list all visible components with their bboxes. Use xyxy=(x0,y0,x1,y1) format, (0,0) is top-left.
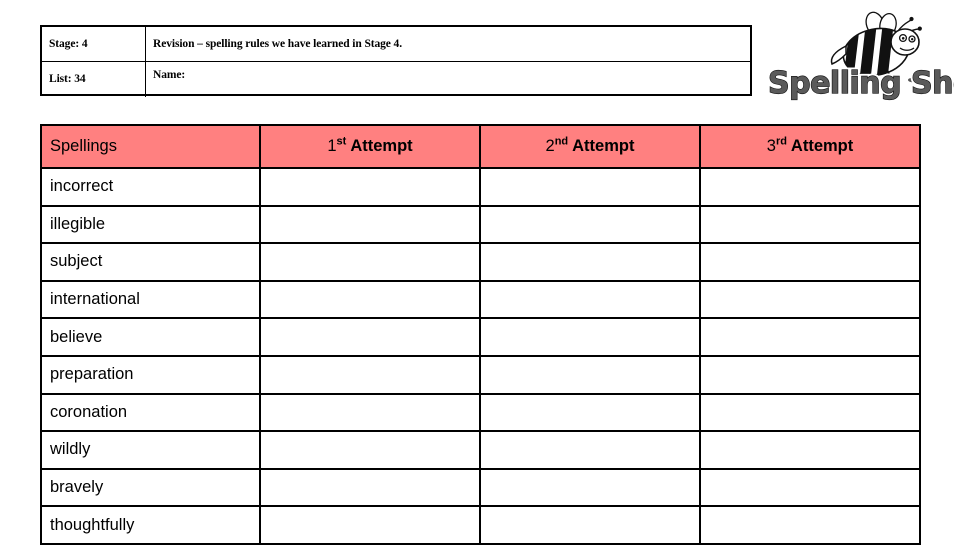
attempt-1-label: Attempt xyxy=(350,137,413,155)
attempt-3-cell[interactable] xyxy=(699,430,921,470)
table-row: preparation xyxy=(40,354,921,395)
attempt-2-number: 2 xyxy=(545,137,555,155)
attempt-3-cell[interactable] xyxy=(699,167,921,207)
spelling-word-cell: illegible xyxy=(40,204,261,245)
attempt-3-cell[interactable] xyxy=(699,354,921,395)
table-header-row: Spellings 1st Attempt 2nd Attempt 3rd At… xyxy=(40,124,921,169)
spelling-word-cell: incorrect xyxy=(40,167,261,207)
list-cell: List: 34 xyxy=(42,61,146,97)
stage-label: Stage: 4 xyxy=(49,37,88,50)
spelling-word-cell: thoughtfully xyxy=(40,505,261,545)
attempt-2-label: Attempt xyxy=(572,137,635,155)
attempt-1-cell[interactable] xyxy=(259,317,481,357)
column-header-attempt-3: 3rd Attempt xyxy=(699,124,921,169)
attempt-2-ordinal: nd xyxy=(554,135,569,148)
attempt-1-cell[interactable] xyxy=(259,392,481,433)
spelling-word-cell: international xyxy=(40,279,261,320)
attempt-1-number: 1 xyxy=(327,137,337,155)
table-row: incorrect xyxy=(40,167,921,207)
attempt-3-cell[interactable] xyxy=(699,467,921,508)
table-row: thoughtfully xyxy=(40,505,921,545)
attempt-1-cell[interactable] xyxy=(259,467,481,508)
name-label: Name: xyxy=(153,69,186,82)
attempt-2-cell[interactable] xyxy=(479,317,701,357)
table-row: illegible xyxy=(40,204,921,245)
spelling-word-cell: wildly xyxy=(40,430,261,470)
attempt-1-cell[interactable] xyxy=(259,505,481,545)
table-row: international xyxy=(40,279,921,320)
attempt-2-cell[interactable] xyxy=(479,354,701,395)
attempt-2-cell[interactable] xyxy=(479,430,701,470)
info-row-stage: Stage: 4 Revision – spelling rules we ha… xyxy=(42,27,750,62)
spelling-rows: incorrect illegible subject international be… xyxy=(40,167,921,545)
wordmark-text: Spelling Shed xyxy=(768,66,954,101)
attempt-2-cell[interactable] xyxy=(479,505,701,545)
worksheet-info-table: Stage: 4 Revision – spelling rules we ha… xyxy=(40,25,752,97)
attempt-3-cell[interactable] xyxy=(699,505,921,545)
attempt-1-cell[interactable] xyxy=(259,279,481,320)
attempt-2-cell[interactable] xyxy=(479,392,701,433)
attempt-2-cell[interactable] xyxy=(479,167,701,207)
table-row: subject xyxy=(40,242,921,282)
attempt-3-cell[interactable] xyxy=(699,317,921,357)
name-cell[interactable]: Name: xyxy=(145,61,750,97)
column-header-spellings: Spellings xyxy=(40,124,261,169)
spelling-word-cell: coronation xyxy=(40,392,261,433)
attempt-3-number: 3 xyxy=(766,137,776,155)
attempt-3-cell[interactable] xyxy=(699,392,921,433)
attempt-3-cell[interactable] xyxy=(699,204,921,245)
stage-cell: Stage: 4 xyxy=(42,27,146,62)
spelling-word-cell: bravely xyxy=(40,467,261,508)
spelling-shed-logo: Spelling Shed Spelling Shed Spelling She… xyxy=(764,8,954,103)
attempt-1-cell[interactable] xyxy=(259,204,481,245)
revision-text: Revision – spelling rules we have learne… xyxy=(153,37,402,50)
spelling-word-cell: believe xyxy=(40,317,261,357)
column-header-spellings-label: Spellings xyxy=(50,137,117,155)
column-header-attempt-2: 2nd Attempt xyxy=(479,124,701,169)
attempt-2-cell[interactable] xyxy=(479,242,701,282)
attempt-2-cell[interactable] xyxy=(479,279,701,320)
attempt-2-cell[interactable] xyxy=(479,467,701,508)
attempt-3-cell[interactable] xyxy=(699,242,921,282)
attempt-1-ordinal: st xyxy=(336,135,347,148)
table-row: coronation xyxy=(40,392,921,433)
spelling-word-cell: preparation xyxy=(40,354,261,395)
attempt-1-cell[interactable] xyxy=(259,167,481,207)
attempt-1-cell[interactable] xyxy=(259,354,481,395)
attempt-3-cell[interactable] xyxy=(699,279,921,320)
attempt-1-cell[interactable] xyxy=(259,242,481,282)
info-row-list: List: 34 Name: xyxy=(42,61,750,97)
table-row: believe xyxy=(40,317,921,357)
attempt-1-cell[interactable] xyxy=(259,430,481,470)
revision-cell: Revision – spelling rules we have learne… xyxy=(145,27,750,62)
list-label: List: 34 xyxy=(49,73,86,86)
table-row: wildly xyxy=(40,430,921,470)
attempt-3-ordinal: rd xyxy=(775,135,787,148)
attempt-2-cell[interactable] xyxy=(479,204,701,245)
spelling-practice-table: Spellings 1st Attempt 2nd Attempt 3rd At… xyxy=(40,124,921,545)
spelling-shed-wordmark: Spelling Shed Spelling Shed Spelling She… xyxy=(766,64,955,104)
table-row: bravely xyxy=(40,467,921,508)
column-header-attempt-1: 1st Attempt xyxy=(259,124,481,169)
spelling-word-cell: subject xyxy=(40,242,261,282)
attempt-3-label: Attempt xyxy=(790,137,854,155)
